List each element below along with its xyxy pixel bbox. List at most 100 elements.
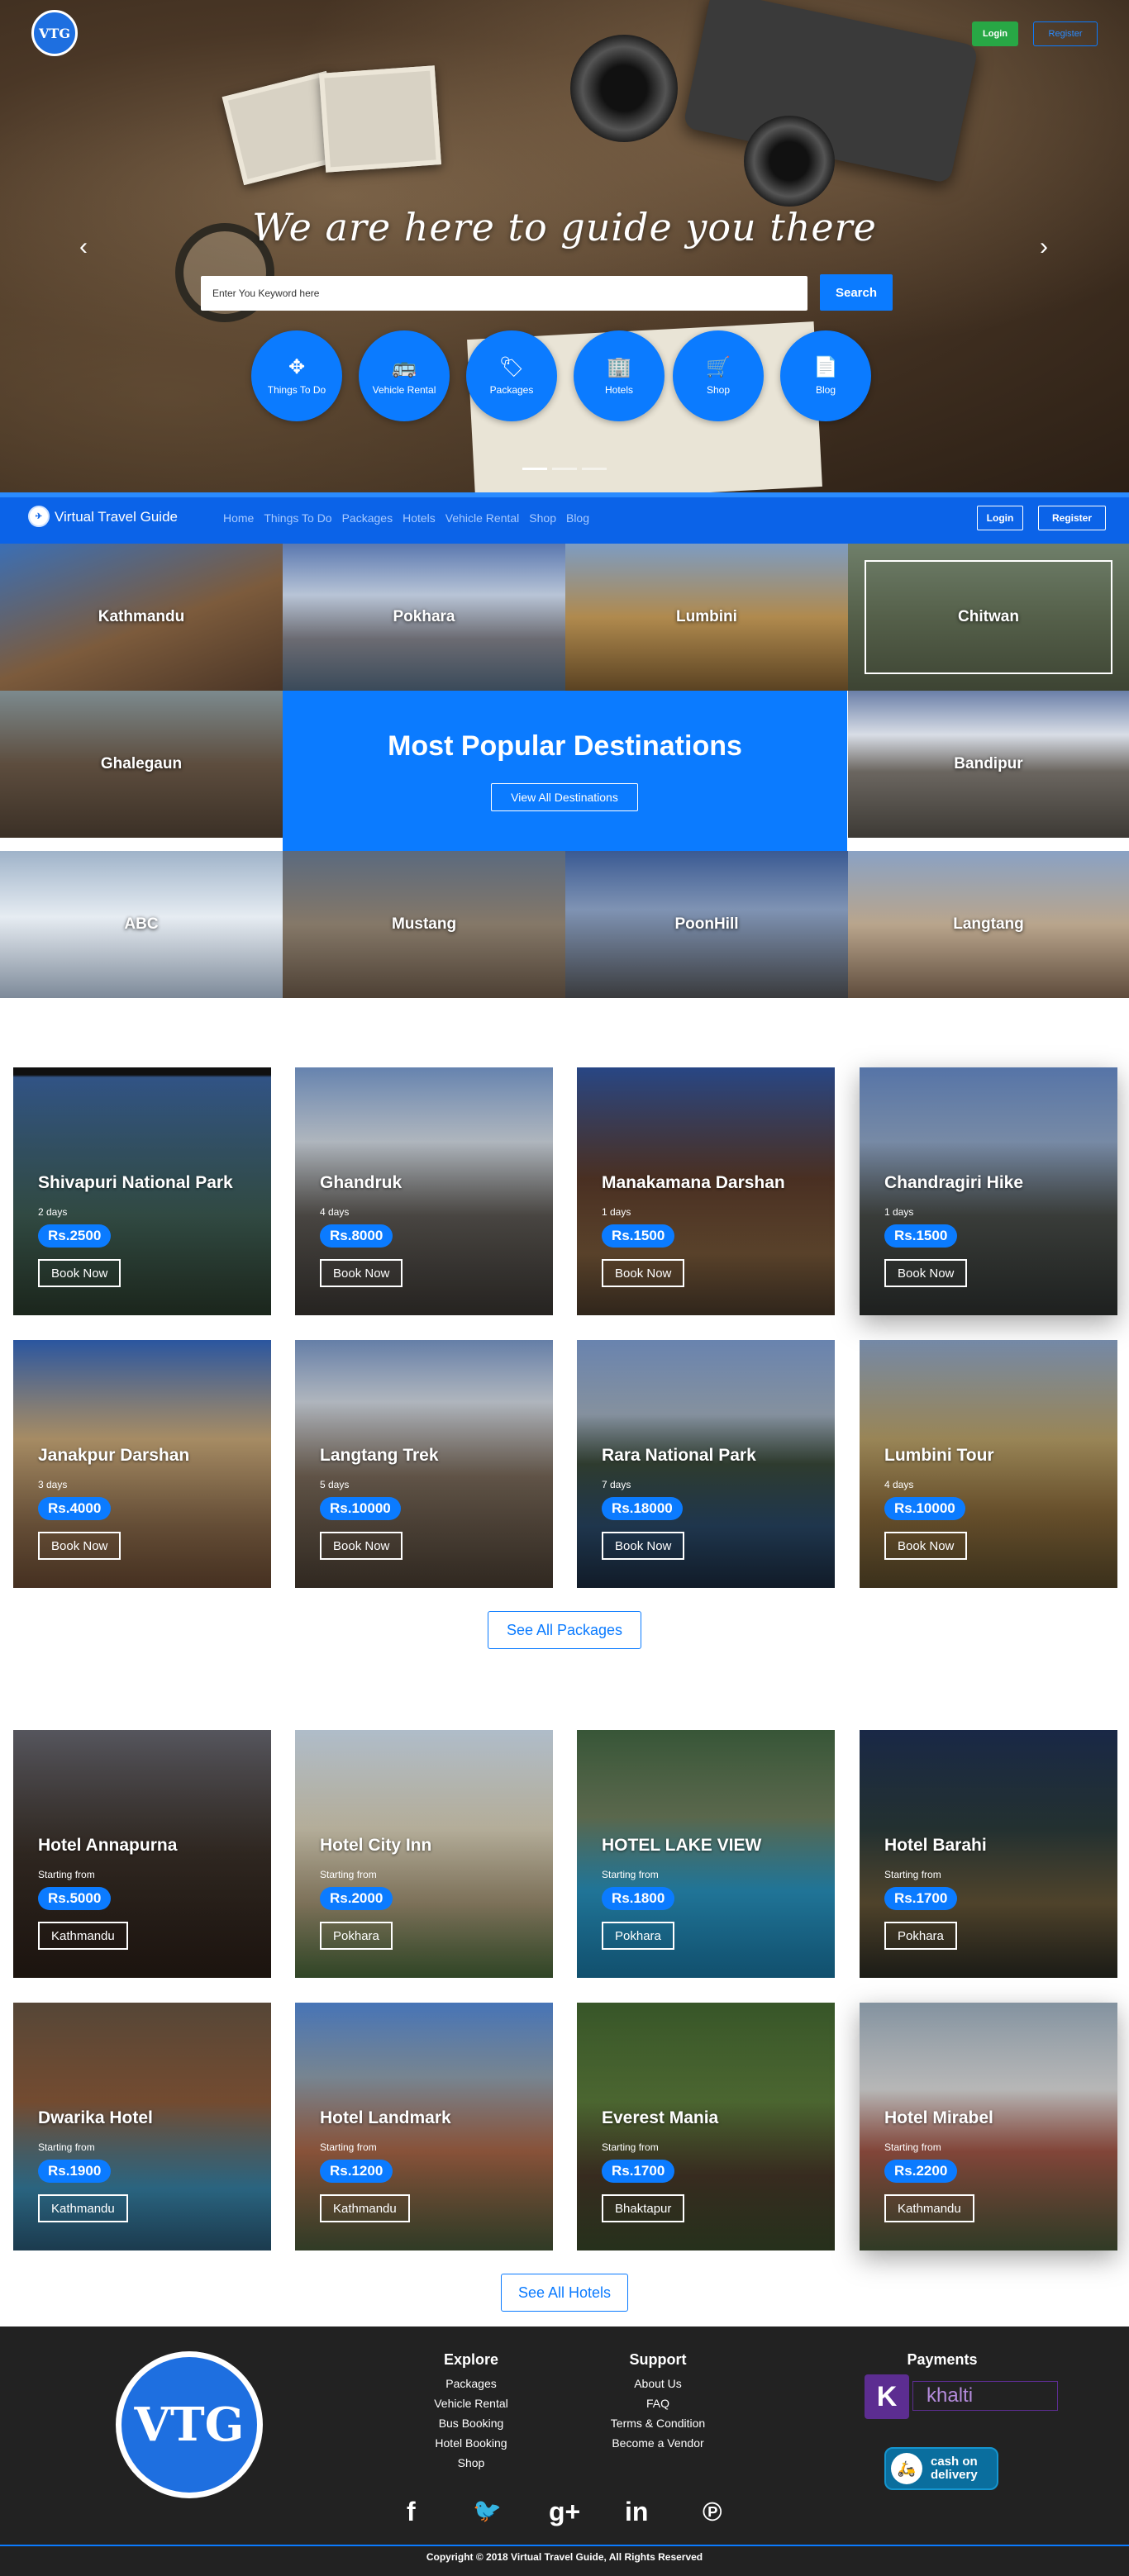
slider-dot[interactable] (582, 468, 607, 470)
hotel-location-button[interactable]: Pokhara (602, 1922, 674, 1950)
footer-payments-column: Payments (876, 2351, 1008, 2374)
cash-on-delivery-badge: 🛵 cash on delivery (884, 2447, 998, 2490)
hotel-price: Rs.2200 (884, 2160, 958, 2183)
navbar-logo-icon[interactable]: ✈ (28, 506, 50, 527)
category-hotels[interactable]: 🏢 Hotels (574, 330, 665, 421)
navbar-register-button[interactable]: Register (1038, 506, 1106, 530)
package-card[interactable]: Manakamana Darshan 1 days Rs.1500 Book N… (577, 1067, 835, 1315)
category-blog[interactable]: 📄 Blog (780, 330, 871, 421)
destination-tile-poonhill[interactable]: PoonHill (565, 851, 848, 998)
search-button[interactable]: Search (820, 274, 893, 311)
package-card[interactable]: Janakpur Darshan 3 days Rs.4000 Book Now (13, 1340, 271, 1588)
view-all-destinations-button[interactable]: View All Destinations (491, 783, 638, 811)
nav-link-packages[interactable]: Packages (342, 511, 393, 525)
category-vehicle-rental[interactable]: 🚌 Vehicle Rental (359, 330, 450, 421)
package-name: Rara National Park (602, 1446, 756, 1465)
nav-link-things-to-do[interactable]: Things To Do (264, 511, 331, 525)
hotel-location-button[interactable]: Kathmandu (38, 2194, 128, 2222)
book-now-button[interactable]: Book Now (884, 1532, 968, 1560)
destination-tile-kathmandu[interactable]: Kathmandu (0, 544, 283, 691)
slider-dot[interactable] (552, 468, 577, 470)
footer-logo[interactable]: VTG (116, 2351, 263, 2498)
package-card[interactable]: Ghandruk 4 days Rs.8000 Book Now (295, 1067, 553, 1315)
hotel-card[interactable]: Hotel City Inn Starting from Rs.2000 Pok… (295, 1730, 553, 1978)
nav-link-home[interactable]: Home (223, 511, 254, 525)
category-shop[interactable]: 🛒 Shop (673, 330, 764, 421)
hotel-card[interactable]: Hotel Mirabel Starting from Rs.2200 Kath… (860, 2003, 1117, 2250)
search-input[interactable] (201, 276, 807, 311)
site-logo[interactable]: VTG (31, 10, 78, 56)
hotel-location-button[interactable]: Kathmandu (38, 1922, 128, 1950)
book-now-button[interactable]: Book Now (320, 1532, 403, 1560)
login-button[interactable]: Login (972, 21, 1018, 46)
destination-tile-lumbini[interactable]: Lumbini (565, 544, 848, 691)
package-card[interactable]: Langtang Trek 5 days Rs.10000 Book Now (295, 1340, 553, 1588)
twitter-icon[interactable]: 🐦 (473, 2497, 502, 2524)
footer-link-faq[interactable]: FAQ (592, 2393, 724, 2413)
see-all-packages-button[interactable]: See All Packages (488, 1611, 641, 1649)
package-card[interactable]: Rara National Park 7 days Rs.18000 Book … (577, 1340, 835, 1588)
package-duration: 7 days (602, 1479, 631, 1490)
category-label: Vehicle Rental (372, 384, 436, 396)
khalti-label: khalti (912, 2381, 1058, 2411)
hotel-card[interactable]: Dwarika Hotel Starting from Rs.1900 Kath… (13, 2003, 271, 2250)
footer-link-bus-booking[interactable]: Bus Booking (413, 2413, 529, 2433)
destination-tile-bandipur[interactable]: Bandipur (848, 691, 1129, 838)
hotel-card[interactable]: Hotel Barahi Starting from Rs.1700 Pokha… (860, 1730, 1117, 1978)
category-things-to-do[interactable]: ✥ Things To Do (251, 330, 342, 421)
hotel-price: Rs.5000 (38, 1887, 112, 1910)
category-packages[interactable]: 🏷 Packages (466, 330, 557, 421)
hotel-location-button[interactable]: Bhaktapur (602, 2194, 685, 2222)
destination-tile-ghalegaun[interactable]: Ghalegaun (0, 691, 283, 838)
slider-dot[interactable] (522, 468, 547, 470)
book-now-button[interactable]: Book Now (602, 1259, 685, 1287)
footer-link-vehicle-rental[interactable]: Vehicle Rental (413, 2393, 529, 2413)
delivery-icon: 🛵 (891, 2453, 922, 2484)
nav-link-hotels[interactable]: Hotels (403, 511, 436, 525)
package-card[interactable]: Chandragiri Hike 1 days Rs.1500 Book Now (860, 1067, 1117, 1315)
navbar-login-button[interactable]: Login (977, 506, 1023, 530)
hotel-location-button[interactable]: Pokhara (320, 1922, 393, 1950)
package-card[interactable]: Lumbini Tour 4 days Rs.10000 Book Now (860, 1340, 1117, 1588)
footer-support-heading: Support (629, 2351, 687, 2368)
hotel-location-button[interactable]: Kathmandu (320, 2194, 410, 2222)
destination-tile-langtang[interactable]: Langtang (848, 851, 1129, 998)
hotel-card[interactable]: Hotel Landmark Starting from Rs.1200 Kat… (295, 2003, 553, 2250)
destination-tile-pokhara[interactable]: Pokhara (283, 544, 565, 691)
book-now-button[interactable]: Book Now (320, 1259, 403, 1287)
nav-link-blog[interactable]: Blog (566, 511, 589, 525)
linkedin-icon[interactable]: in (625, 2497, 648, 2527)
navbar-title[interactable]: Virtual Travel Guide (55, 509, 178, 525)
footer-link-packages[interactable]: Packages (413, 2374, 529, 2393)
book-now-button[interactable]: Book Now (38, 1259, 121, 1287)
register-button[interactable]: Register (1033, 21, 1098, 46)
footer-link-become-vendor[interactable]: Become a Vendor (592, 2433, 724, 2453)
google-plus-icon[interactable]: g+ (549, 2497, 580, 2527)
footer-link-shop[interactable]: Shop (413, 2453, 529, 2473)
book-now-button[interactable]: Book Now (38, 1532, 121, 1560)
package-card[interactable]: Shivapuri National Park 2 days Rs.2500 B… (13, 1067, 271, 1315)
destination-tile-mustang[interactable]: Mustang (283, 851, 565, 998)
book-now-button[interactable]: Book Now (602, 1532, 685, 1560)
hotel-location-button[interactable]: Kathmandu (884, 2194, 974, 2222)
hotel-card[interactable]: HOTEL LAKE VIEW Starting from Rs.1800 Po… (577, 1730, 835, 1978)
hotel-location-button[interactable]: Pokhara (884, 1922, 957, 1950)
book-now-button[interactable]: Book Now (884, 1259, 968, 1287)
nav-link-vehicle-rental[interactable]: Vehicle Rental (445, 511, 520, 525)
hotel-price: Rs.1200 (320, 2160, 393, 2183)
package-price: Rs.8000 (320, 1224, 393, 1248)
hotel-card[interactable]: Hotel Annapurna Starting from Rs.5000 Ka… (13, 1730, 271, 1978)
footer-link-terms[interactable]: Terms & Condition (592, 2413, 724, 2433)
see-all-hotels-button[interactable]: See All Hotels (501, 2274, 628, 2312)
package-name: Shivapuri National Park (38, 1173, 233, 1192)
pinterest-icon[interactable]: ℗ (703, 2497, 722, 2527)
destination-tile-abc[interactable]: ABC (0, 851, 283, 998)
destination-tile-chitwan[interactable]: Chitwan (848, 544, 1129, 691)
footer-link-about-us[interactable]: About Us (592, 2374, 724, 2393)
nav-link-shop[interactable]: Shop (529, 511, 556, 525)
footer-link-hotel-booking[interactable]: Hotel Booking (413, 2433, 529, 2453)
hero-camera-lens (570, 35, 678, 142)
footer-payments-heading: Payments (907, 2351, 978, 2368)
facebook-icon[interactable]: f (407, 2497, 416, 2527)
hotel-card[interactable]: Everest Mania Starting from Rs.1700 Bhak… (577, 2003, 835, 2250)
